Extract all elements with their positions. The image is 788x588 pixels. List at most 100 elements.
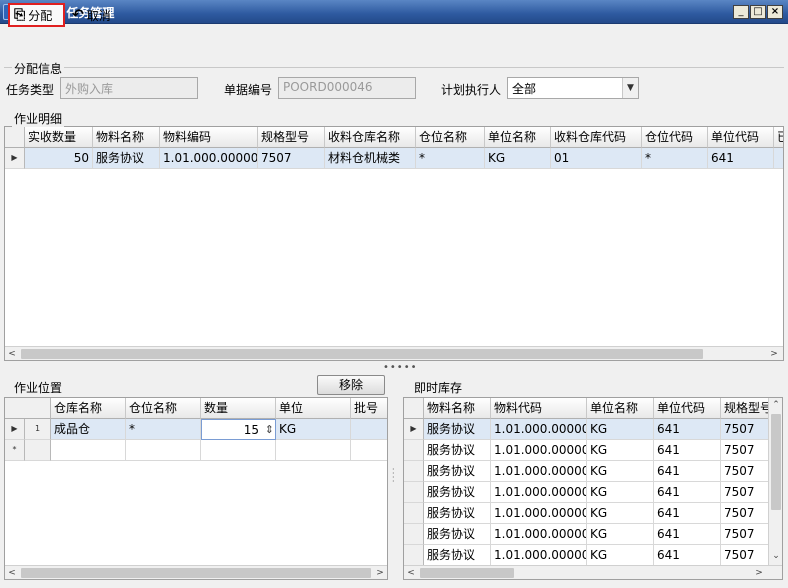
minimize-button[interactable]: _ xyxy=(733,5,749,19)
table-cell[interactable]: 7507 xyxy=(721,419,771,440)
close-button[interactable]: × xyxy=(767,5,783,19)
table-row[interactable]: 服务协议 1.01.000.00000 KG 641 7507 xyxy=(404,545,771,566)
table-cell[interactable]: 7507 xyxy=(721,545,771,566)
table-cell[interactable]: 7507 xyxy=(721,440,771,461)
remove-button[interactable]: 移除 xyxy=(317,375,385,395)
table-cell[interactable]: 7507 xyxy=(721,482,771,503)
table-row[interactable]: 服务协议 1.01.000.00000 KG 641 7507 xyxy=(404,482,771,503)
table-cell[interactable] xyxy=(126,440,201,461)
table-cell[interactable]: 641 xyxy=(654,503,721,524)
stock-hscroll[interactable]: < > xyxy=(404,565,782,579)
table-cell[interactable] xyxy=(351,440,387,461)
table-cell[interactable]: * xyxy=(416,148,485,169)
table-cell[interactable]: KG xyxy=(587,419,654,440)
scroll-right-icon[interactable]: > xyxy=(373,566,387,579)
table-cell[interactable]: 成品仓 xyxy=(51,419,126,440)
table-cell[interactable]: * xyxy=(642,148,708,169)
quantity-stepper[interactable]: 15 ⇕ xyxy=(201,419,276,440)
table-cell[interactable] xyxy=(774,148,783,169)
row-index[interactable] xyxy=(25,440,51,461)
table-cell[interactable]: 7507 xyxy=(258,148,325,169)
table-cell[interactable]: 服务协议 xyxy=(93,148,160,169)
table-cell[interactable] xyxy=(276,440,351,461)
stock-grid[interactable]: 物料名称 物料代码 单位名称 单位代码 规格型号 ▶ 服务协议 1.01.000.00000… xyxy=(403,397,783,580)
scroll-left-icon[interactable]: < xyxy=(404,566,418,579)
table-cell[interactable]: KG xyxy=(276,419,351,440)
assign-button[interactable]: ⎘ 分配 xyxy=(8,3,65,27)
table-cell[interactable]: 641 xyxy=(708,148,774,169)
table-cell[interactable]: 641 xyxy=(654,482,721,503)
table-cell[interactable] xyxy=(51,440,126,461)
table-cell[interactable]: 1.01.000.00000 xyxy=(491,545,587,566)
table-cell[interactable]: 7507 xyxy=(721,524,771,545)
table-cell[interactable]: 服务协议 xyxy=(424,482,491,503)
scroll-thumb[interactable] xyxy=(420,568,514,578)
horizontal-splitter[interactable]: ••••• xyxy=(383,362,418,373)
spinner-icon[interactable]: ⇕ xyxy=(265,420,274,439)
table-cell[interactable]: KG xyxy=(587,461,654,482)
task-type-field[interactable]: 外购入库 xyxy=(60,77,198,99)
chevron-down-icon[interactable]: ▼ xyxy=(622,78,638,98)
table-cell[interactable]: KG xyxy=(587,482,654,503)
row-index[interactable]: 1 xyxy=(25,419,51,440)
table-cell[interactable]: KG xyxy=(587,545,654,566)
doc-no-field[interactable]: POORD000046 xyxy=(278,77,416,99)
table-cell[interactable]: 服务协议 xyxy=(424,503,491,524)
table-cell[interactable]: 7507 xyxy=(721,503,771,524)
table-cell[interactable]: 1.01.000.00000 xyxy=(491,524,587,545)
scroll-right-icon[interactable]: > xyxy=(752,566,766,579)
scroll-thumb[interactable] xyxy=(21,349,703,359)
table-row[interactable]: ▶ 50 服务协议 1.01.000.00000 7507 材料仓机械类 * KG 01 * 641 xyxy=(5,148,783,169)
scroll-down-icon[interactable]: ⌄ xyxy=(769,549,782,563)
stock-vscroll[interactable]: ⌃ ⌄ xyxy=(768,398,782,565)
job-detail-grid[interactable]: 实收数量 物料名称 物料编码 规格型号 收料仓库名称 仓位名称 单位名称 收料仓库代码 仓位代码… xyxy=(4,126,784,361)
scroll-left-icon[interactable]: < xyxy=(5,566,19,579)
table-cell[interactable]: 01 xyxy=(551,148,642,169)
table-cell[interactable]: 服务协议 xyxy=(424,461,491,482)
table-cell[interactable]: 服务协议 xyxy=(424,545,491,566)
job-location-hscroll[interactable]: < > xyxy=(5,565,387,579)
table-cell[interactable]: 641 xyxy=(654,545,721,566)
new-row[interactable]: * xyxy=(5,440,387,461)
table-cell[interactable]: 7507 xyxy=(721,461,771,482)
table-cell[interactable]: 641 xyxy=(654,524,721,545)
table-row[interactable]: ▶ 服务协议 1.01.000.00000 KG 641 7507 xyxy=(404,419,771,440)
table-cell[interactable]: KG xyxy=(587,440,654,461)
table-cell[interactable]: 1.01.000.00000 xyxy=(491,440,587,461)
table-cell[interactable]: 641 xyxy=(654,419,721,440)
scroll-right-icon[interactable]: > xyxy=(767,347,781,360)
table-cell[interactable]: 1.01.000.00000 xyxy=(491,419,587,440)
table-cell[interactable]: 1.01.000.00000 xyxy=(491,482,587,503)
scroll-thumb[interactable] xyxy=(21,568,371,578)
table-cell[interactable]: 材料仓机械类 xyxy=(325,148,416,169)
table-row[interactable]: ▶ 1 成品仓 * 15 ⇕ KG xyxy=(5,419,387,440)
cancel-button[interactable]: ↶ 取消 xyxy=(68,3,115,27)
scroll-left-icon[interactable]: < xyxy=(5,347,19,360)
vertical-splitter[interactable]: · · · · xyxy=(392,466,398,486)
table-cell[interactable]: 1.01.000.00000 xyxy=(160,148,258,169)
table-cell[interactable]: * xyxy=(126,419,201,440)
table-row[interactable]: 服务协议 1.01.000.00000 KG 641 7507 xyxy=(404,503,771,524)
maximize-button[interactable]: □ xyxy=(750,5,766,19)
table-row[interactable]: 服务协议 1.01.000.00000 KG 641 7507 xyxy=(404,440,771,461)
table-cell[interactable]: 641 xyxy=(654,440,721,461)
table-cell[interactable]: 641 xyxy=(654,461,721,482)
table-cell[interactable]: KG xyxy=(485,148,551,169)
table-cell[interactable]: 服务协议 xyxy=(424,440,491,461)
scroll-thumb[interactable] xyxy=(771,414,781,510)
table-cell[interactable]: 50 xyxy=(25,148,93,169)
scroll-up-icon[interactable]: ⌃ xyxy=(769,398,782,412)
table-cell[interactable]: 服务协议 xyxy=(424,524,491,545)
table-cell[interactable]: 服务协议 xyxy=(424,419,491,440)
table-cell[interactable]: 1.01.000.00000 xyxy=(491,503,587,524)
title-bar[interactable] xyxy=(0,0,788,24)
table-cell[interactable]: KG xyxy=(587,524,654,545)
table-cell[interactable]: KG xyxy=(587,503,654,524)
executor-select[interactable]: 全部 ▼ xyxy=(507,77,639,99)
table-cell[interactable]: 1.01.000.00000 xyxy=(491,461,587,482)
job-location-grid[interactable]: 仓库名称 仓位名称 数量 单位 批号 ▶ 1 成品仓 * 15 ⇕ KG * < > xyxy=(4,397,388,580)
job-detail-hscroll[interactable]: < > xyxy=(5,346,783,360)
table-row[interactable]: 服务协议 1.01.000.00000 KG 641 7507 xyxy=(404,524,771,545)
table-row[interactable]: 服务协议 1.01.000.00000 KG 641 7507 xyxy=(404,461,771,482)
table-cell[interactable] xyxy=(351,419,387,440)
